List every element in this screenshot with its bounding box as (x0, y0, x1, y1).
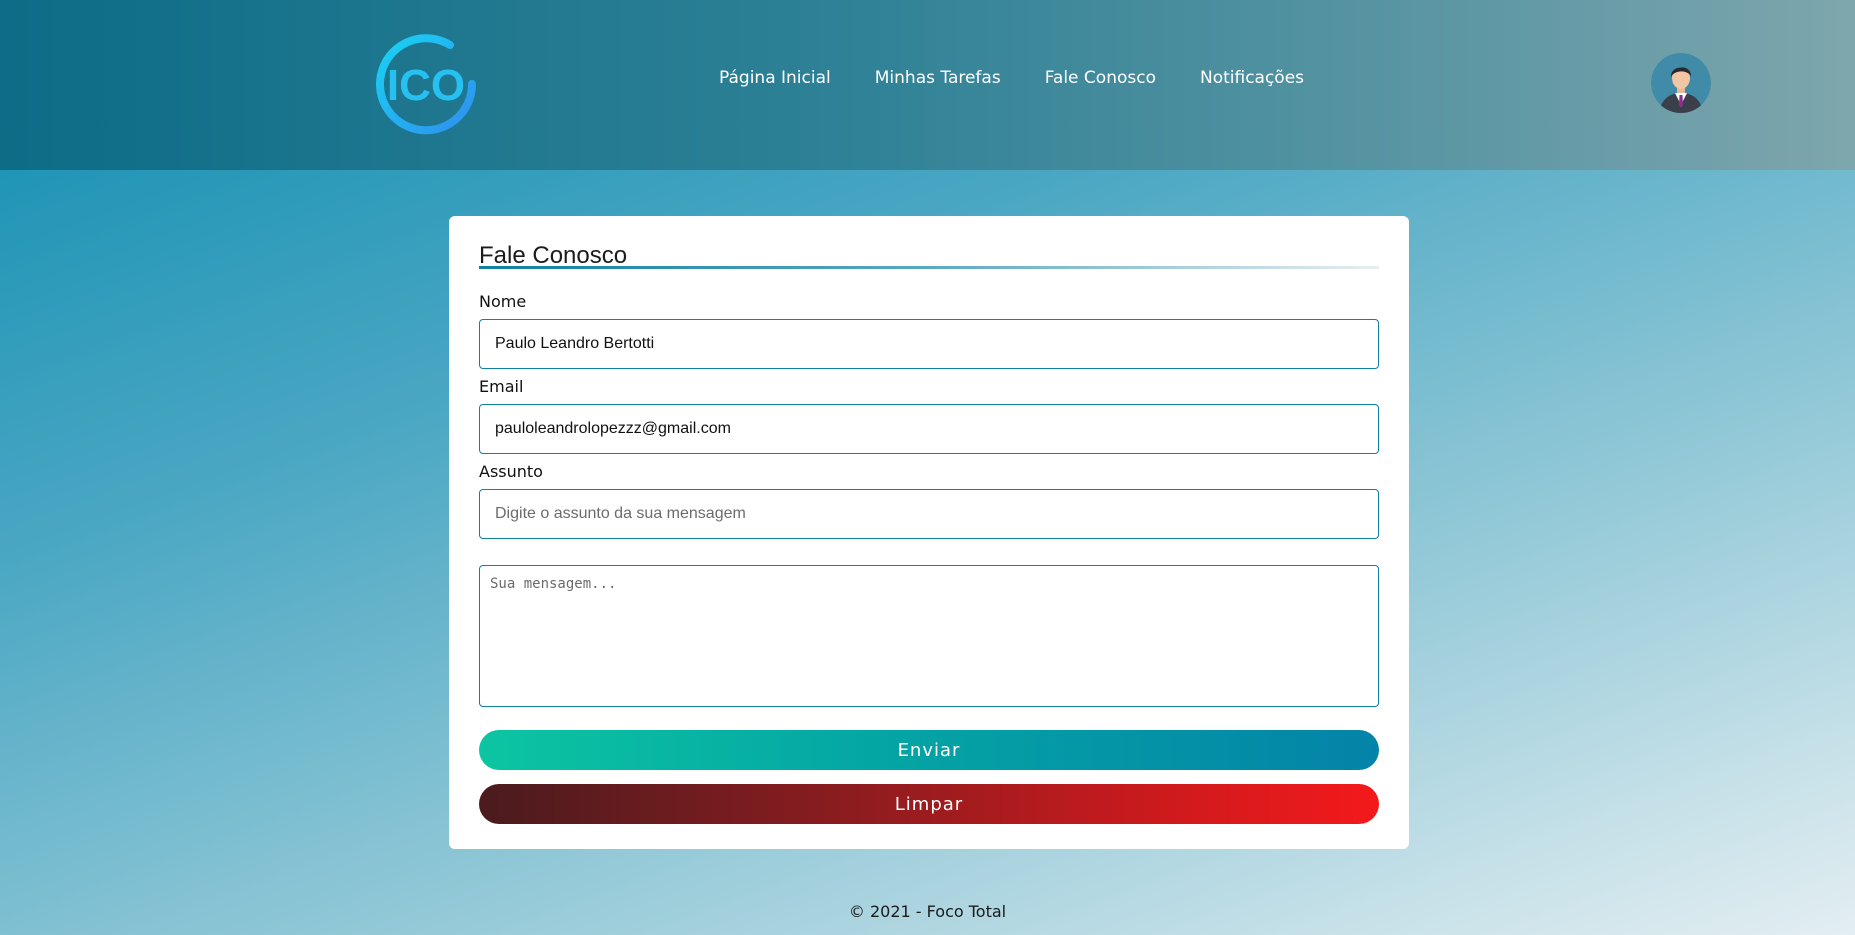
title-divider (479, 266, 1379, 269)
top-navbar: ICO Página Inicial Minhas Tarefas Fale C… (0, 0, 1855, 170)
main-nav: Página Inicial Minhas Tarefas Fale Conos… (719, 68, 1304, 88)
subject-input[interactable] (479, 489, 1379, 539)
name-input[interactable] (479, 319, 1379, 369)
nav-home[interactable]: Página Inicial (719, 68, 831, 88)
email-input[interactable] (479, 404, 1379, 454)
logo[interactable]: ICO (368, 26, 484, 142)
email-label: Email (479, 377, 524, 396)
name-label: Nome (479, 292, 527, 311)
user-avatar[interactable] (1651, 53, 1711, 113)
message-textarea[interactable] (479, 565, 1379, 707)
clear-button[interactable]: Limpar (479, 784, 1379, 824)
nav-notifications[interactable]: Notificações (1200, 68, 1304, 88)
footer-copyright: © 2021 - Foco Total (848, 902, 1007, 921)
subject-label: Assunto (479, 462, 543, 481)
send-button[interactable]: Enviar (479, 730, 1379, 770)
logo-text: ICO (387, 61, 465, 110)
contact-form-card: Fale Conosco Nome Email Assunto Enviar L… (449, 216, 1409, 849)
user-avatar-icon (1651, 53, 1711, 113)
nav-contact[interactable]: Fale Conosco (1045, 68, 1156, 88)
nav-my-tasks[interactable]: Minhas Tarefas (875, 68, 1001, 88)
